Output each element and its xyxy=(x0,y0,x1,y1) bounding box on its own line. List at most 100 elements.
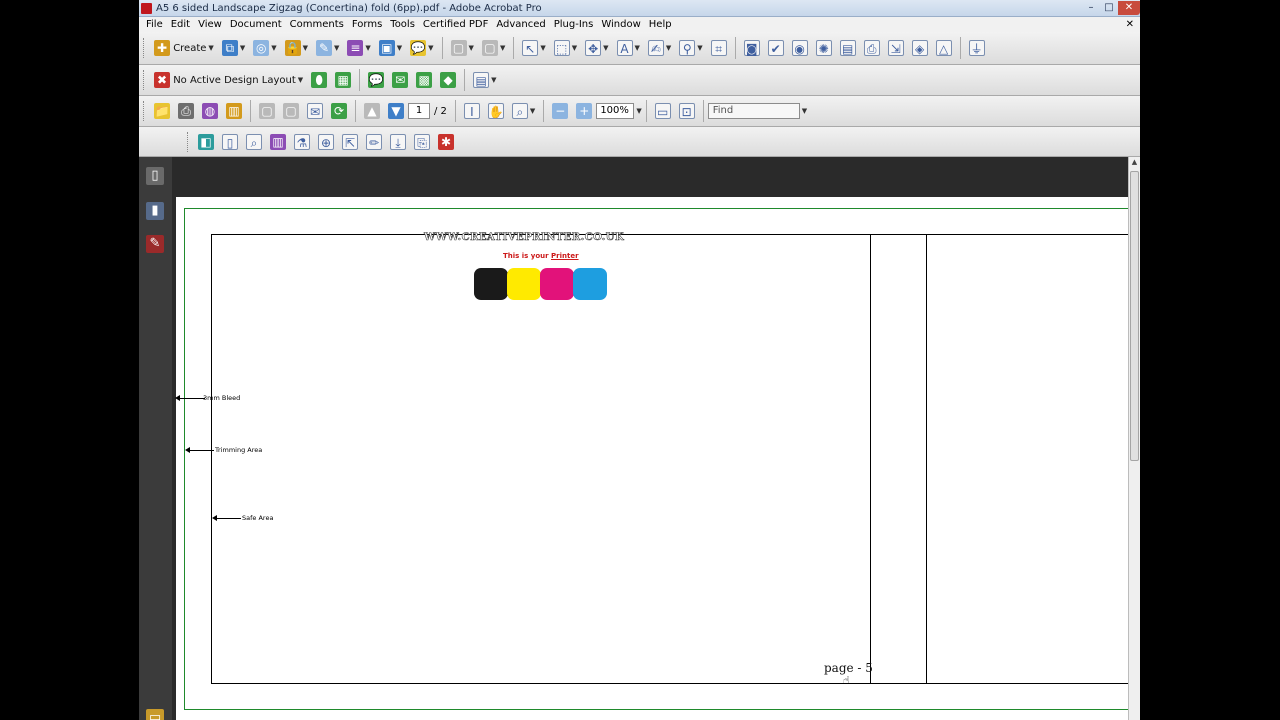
pages-panel-icon[interactable]: ▯ xyxy=(146,167,164,185)
design-layout-dropdown[interactable]: ✖ No Active Design Layout ▼ xyxy=(151,68,306,92)
convert-colors-tool-button[interactable]: ▥ xyxy=(267,130,289,154)
comment-button[interactable]: 💬 ▼ xyxy=(407,36,436,60)
print-production-button[interactable]: ⎙ xyxy=(861,36,883,60)
toolbar-grip[interactable] xyxy=(187,131,190,152)
layout-options-button[interactable]: ▤ ▼ xyxy=(470,68,499,92)
find-dropdown-icon[interactable]: ▼ xyxy=(802,107,807,115)
menu-document[interactable]: Document xyxy=(226,18,286,32)
zoom-out-button[interactable]: − xyxy=(549,99,571,123)
ink-manager-button[interactable]: ▤ xyxy=(837,36,859,60)
fix-hairlines-button[interactable]: △ xyxy=(933,36,955,60)
open-button[interactable]: 📁 xyxy=(151,99,173,123)
trim-icon: ⇲ xyxy=(887,40,904,56)
maximize-button[interactable]: □ xyxy=(1100,1,1118,15)
zoom-level-input[interactable]: 100% xyxy=(596,103,635,119)
document-viewport[interactable]: WWW.CREATIVEPRINTER.CO.UK This is your P… xyxy=(172,157,1128,720)
lock-icon: 🔒 xyxy=(284,40,301,56)
close-window-button[interactable]: ✕ xyxy=(1118,1,1140,15)
chevron-down-icon: ▼ xyxy=(499,44,506,52)
toolbar-grip[interactable] xyxy=(143,70,146,90)
sign-button[interactable]: ✎ ▼ xyxy=(313,36,342,60)
marquee-tool-button[interactable]: ⬚ ▼ xyxy=(551,36,580,60)
close-document-icon[interactable]: ✕ xyxy=(1126,19,1134,30)
menu-comments[interactable]: Comments xyxy=(286,18,348,32)
fix-hairlines-tool-button[interactable]: ✏ xyxy=(363,130,385,154)
combine-button[interactable]: ⧉ ▼ xyxy=(219,36,248,60)
collaborate-icon: ◎ xyxy=(253,40,270,56)
add-printer-marks-button[interactable]: ⊕ xyxy=(315,130,337,154)
convert-colors-button[interactable]: ✺ xyxy=(813,36,835,60)
toolbar-grip[interactable] xyxy=(143,101,146,121)
next-page-button[interactable]: ▼ xyxy=(385,99,407,123)
trim-box-button[interactable]: ⇲ xyxy=(885,36,907,60)
menu-plug-ins[interactable]: Plug-Ins xyxy=(550,18,598,32)
print-button[interactable]: ⎙ xyxy=(175,99,197,123)
crop-pages-button[interactable]: ⇱ xyxy=(339,130,361,154)
menu-tools[interactable]: Tools xyxy=(386,18,419,32)
menu-certified-pdf[interactable]: Certified PDF xyxy=(419,18,492,32)
attachments-panel-icon[interactable]: ▭ xyxy=(146,709,164,720)
menu-view[interactable]: View xyxy=(194,18,226,32)
previous-page-button[interactable]: ▲ xyxy=(361,99,383,123)
zoom-tool-button[interactable]: ⌕ ▼ xyxy=(509,99,538,123)
forms-button[interactable]: ≡ ▼ xyxy=(344,36,373,60)
hand-tool-button[interactable]: ✋ xyxy=(485,99,507,123)
transparency-flattening-button[interactable]: ⤓ xyxy=(387,130,409,154)
select-text-button[interactable]: I xyxy=(461,99,483,123)
send-email-button[interactable]: ✉ xyxy=(304,99,326,123)
output-preview-tool-button[interactable]: ▯ xyxy=(219,130,241,154)
toolbar-grip[interactable] xyxy=(143,38,146,58)
menu-advanced[interactable]: Advanced xyxy=(492,18,549,32)
page-number-input[interactable]: 1 xyxy=(408,103,430,119)
find-input[interactable]: Find xyxy=(707,103,800,119)
layout-tool-1-button[interactable]: ⬮ xyxy=(308,68,330,92)
refresh-button[interactable]: ⟳ xyxy=(328,99,350,123)
signatures-panel-icon[interactable]: ✎ xyxy=(146,235,164,253)
touchup-tool-button[interactable]: ✍ ▼ xyxy=(645,36,674,60)
disabled-tool-button-2[interactable]: ▢ ▼ xyxy=(479,36,508,60)
disabled-attach-button[interactable]: ▢ xyxy=(280,99,302,123)
check-button[interactable]: ✔ xyxy=(765,36,787,60)
trap-presets-button[interactable]: ◧ xyxy=(195,130,217,154)
fit-page-button[interactable]: ⊡ xyxy=(676,99,698,123)
preflight-tool-button[interactable]: ⌕ xyxy=(243,130,265,154)
disabled-save-button[interactable]: ▢ xyxy=(256,99,278,123)
filter-button[interactable]: ⏚ xyxy=(966,36,988,60)
email-button[interactable]: ◍ xyxy=(199,99,221,123)
output-preview-button[interactable]: ◉ xyxy=(789,36,811,60)
zoom-in-button[interactable]: + xyxy=(573,99,595,123)
create-button[interactable]: ✚ Create ▼ xyxy=(151,36,217,60)
layout-tool-4-button[interactable]: ✉ xyxy=(389,68,411,92)
preflight-button[interactable]: ◙ xyxy=(741,36,763,60)
layout-tool-3-button[interactable]: 💬 xyxy=(365,68,387,92)
zoom-dropdown-icon[interactable]: ▼ xyxy=(636,107,641,115)
collaborate-button[interactable]: ◎ ▼ xyxy=(250,36,279,60)
menu-file[interactable]: File xyxy=(142,18,167,32)
fit-width-button[interactable]: ▭ xyxy=(652,99,674,123)
menu-window[interactable]: Window xyxy=(597,18,644,32)
flattener-button[interactable]: ◈ xyxy=(909,36,931,60)
pushpin-tool-button[interactable]: ⚲ ▼ xyxy=(676,36,705,60)
menu-help[interactable]: Help xyxy=(645,18,676,32)
layout-tool-2-button[interactable]: ▦ xyxy=(332,68,354,92)
vertical-scrollbar[interactable]: ▲ xyxy=(1128,157,1140,720)
jdf-job-definitions-button[interactable]: ✱ xyxy=(435,130,457,154)
pdf-optimizer-button[interactable]: ⎘ xyxy=(411,130,433,154)
menu-edit[interactable]: Edit xyxy=(167,18,194,32)
layout-tool-5-button[interactable]: ▩ xyxy=(413,68,435,92)
scroll-thumb[interactable] xyxy=(1130,171,1139,461)
text-tool-button[interactable]: A ▼ xyxy=(614,36,643,60)
crop-tool-button[interactable]: ⌗ xyxy=(708,36,730,60)
scroll-up-icon[interactable]: ▲ xyxy=(1130,158,1139,168)
bookmarks-panel-icon[interactable]: ▮ xyxy=(146,202,164,220)
layout-tool-6-button[interactable]: ◆ xyxy=(437,68,459,92)
minimize-button[interactable]: – xyxy=(1082,1,1100,15)
ink-manager-tool-button[interactable]: ⚗ xyxy=(291,130,313,154)
menu-forms[interactable]: Forms xyxy=(348,18,386,32)
secure-button[interactable]: 🔒 ▼ xyxy=(282,36,311,60)
move-tool-button[interactable]: ✥ ▼ xyxy=(582,36,611,60)
disabled-tool-button[interactable]: ▢ ▼ xyxy=(448,36,477,60)
save-copy-button[interactable]: ▥ xyxy=(223,99,245,123)
select-tool-button[interactable]: ↖ ▼ xyxy=(519,36,548,60)
multimedia-button[interactable]: ▣ ▼ xyxy=(376,36,405,60)
